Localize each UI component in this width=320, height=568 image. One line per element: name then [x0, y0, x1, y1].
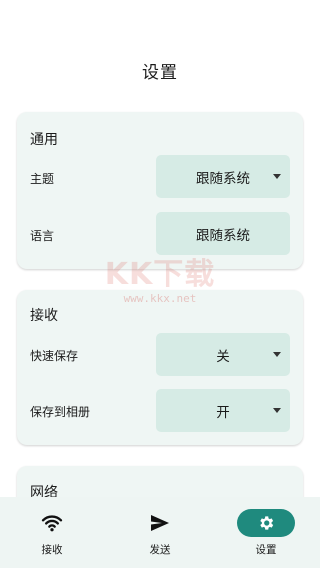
receive-settings-card: 接收 快速保存 关 保存到相册 开: [17, 290, 303, 445]
nav-send-label: 发送: [149, 544, 171, 556]
chevron-down-icon: [273, 408, 281, 413]
theme-label: 主题: [30, 172, 55, 186]
save-to-album-value: 开: [216, 404, 230, 421]
send-icon: [131, 509, 189, 537]
theme-value: 跟随系统: [196, 170, 250, 187]
wifi-icon: [23, 509, 81, 537]
language-value: 跟随系统: [196, 227, 250, 244]
language-button[interactable]: 跟随系统: [156, 212, 290, 255]
nav-settings[interactable]: 设置: [236, 509, 296, 561]
page-title: 设置: [142, 63, 178, 83]
gear-icon: [237, 509, 295, 537]
general-section-title: 通用: [30, 132, 58, 148]
save-to-album-label: 保存到相册: [30, 405, 91, 419]
quick-save-label: 快速保存: [30, 349, 79, 363]
receive-section-title: 接收: [30, 308, 58, 324]
nav-receive-label: 接收: [41, 544, 63, 556]
chevron-down-icon: [273, 352, 281, 357]
quick-save-value: 关: [216, 348, 230, 365]
nav-send[interactable]: 发送: [130, 509, 190, 561]
theme-dropdown[interactable]: 跟随系统: [156, 155, 290, 198]
nav-receive[interactable]: 接收: [22, 509, 82, 561]
language-label: 语言: [30, 229, 55, 243]
save-to-album-dropdown[interactable]: 开: [156, 389, 290, 432]
chevron-down-icon: [273, 174, 281, 179]
quick-save-dropdown[interactable]: 关: [156, 333, 290, 376]
bottom-navigation: 接收 发送 设置: [0, 497, 320, 568]
general-settings-card: 通用 主题 跟随系统 语言 跟随系统: [17, 112, 303, 269]
nav-settings-label: 设置: [255, 544, 277, 556]
